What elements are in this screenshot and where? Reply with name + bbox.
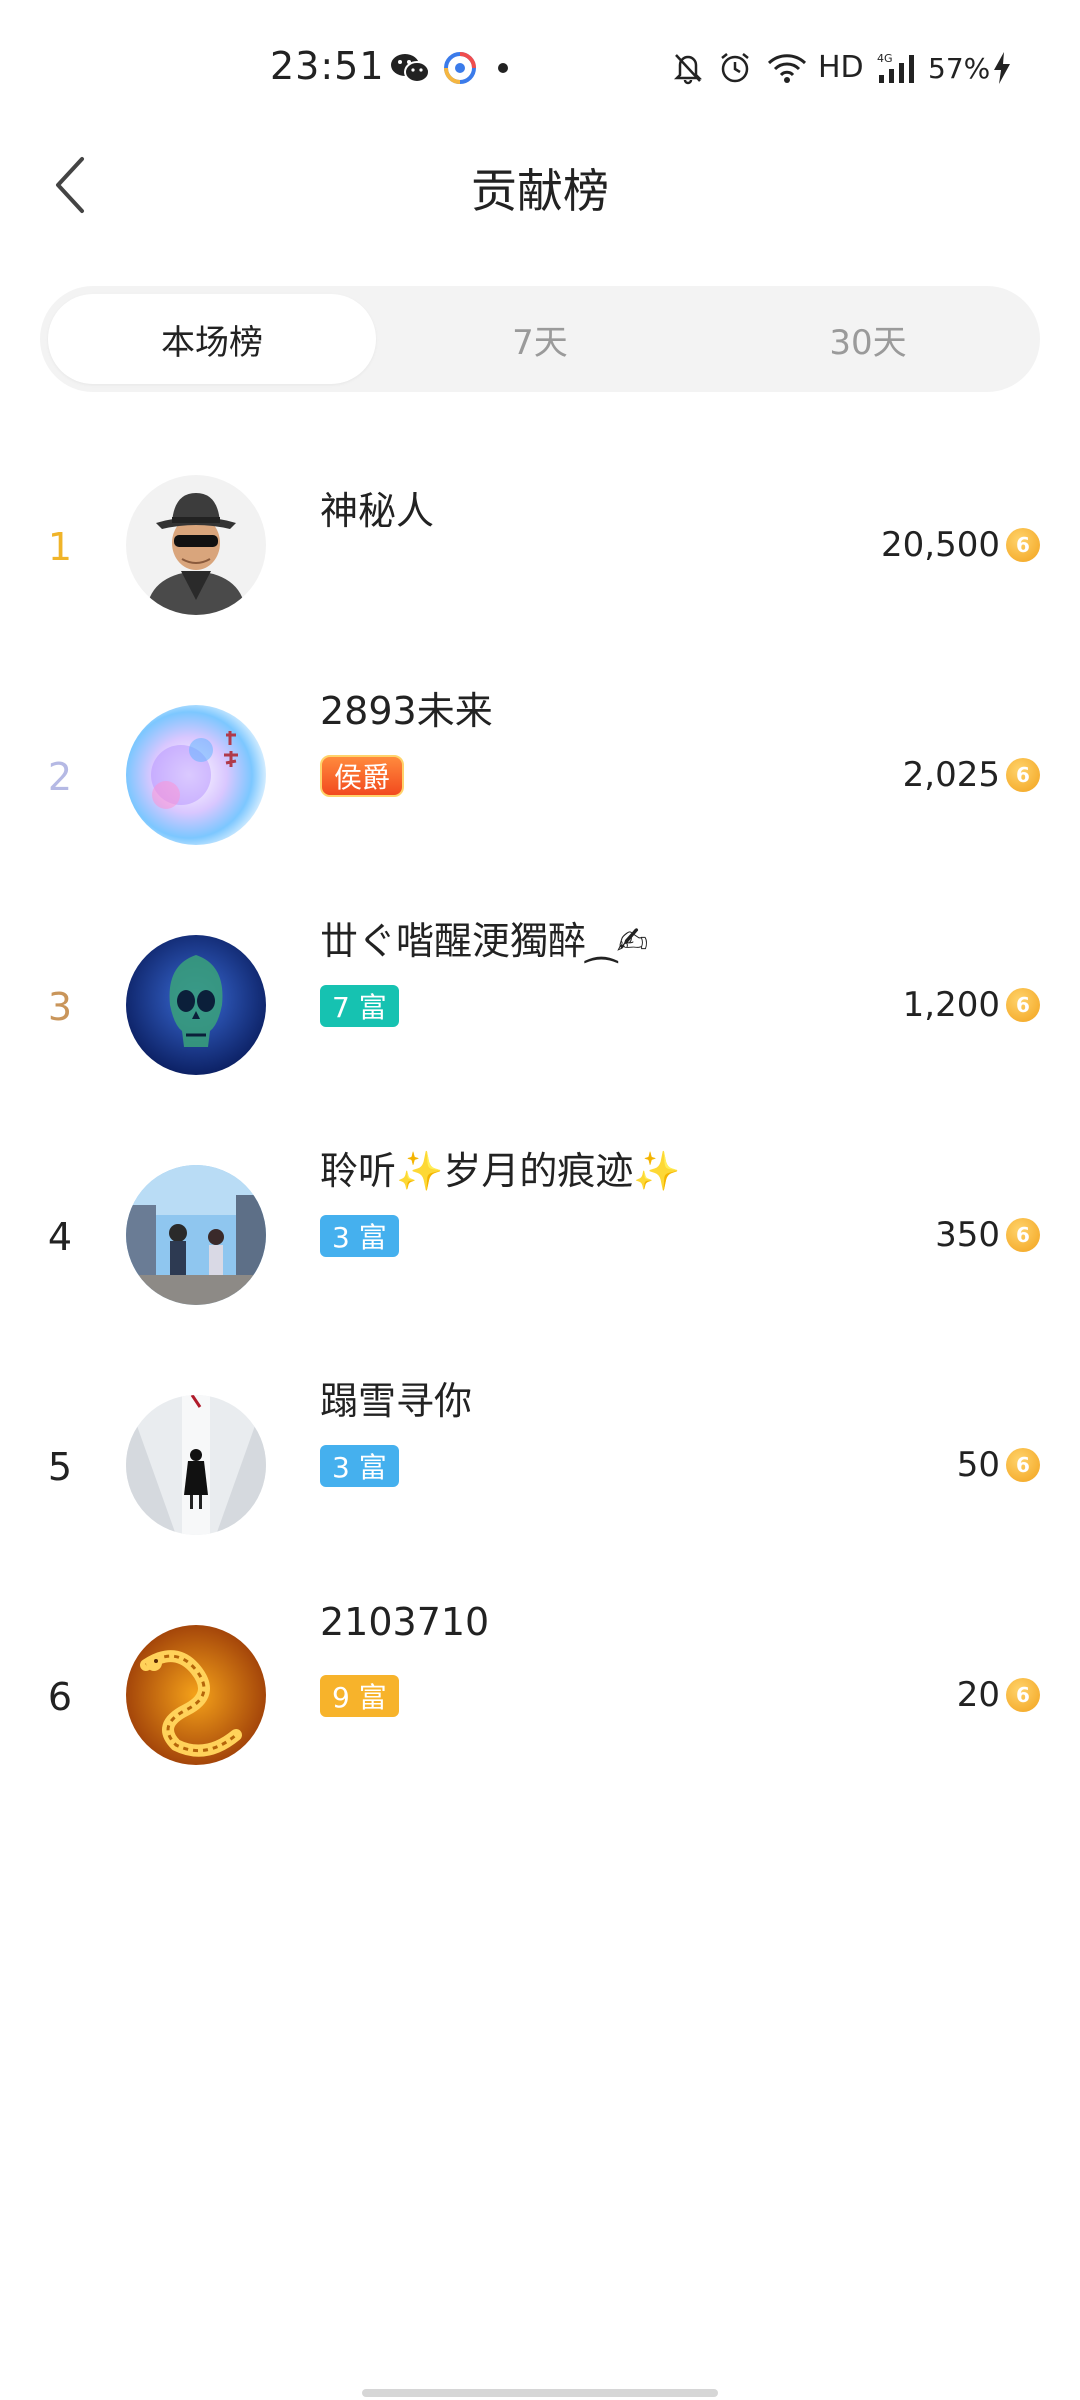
coin-icon: 6: [1006, 988, 1040, 1022]
status-battery: 57%: [928, 52, 991, 85]
list-item[interactable]: 1 神秘人 20,500 6: [0, 430, 1080, 660]
coin-icon: 6: [1006, 528, 1040, 562]
rank-number: 3: [47, 985, 73, 1029]
coin-icon: 6: [1006, 1448, 1040, 1482]
user-name: 2103710: [320, 1600, 490, 1644]
avatar[interactable]: [126, 1395, 266, 1535]
wealth-level-badge: 7 富: [320, 985, 399, 1027]
list-item[interactable]: 3 丗ぐ喈醒浭獨醉⁔✍ 7 富 1,200 6: [0, 890, 1080, 1120]
wealth-level-badge: 3 富: [320, 1215, 399, 1257]
user-name: 蹋雪寻你: [320, 1379, 473, 1423]
tab-30-days[interactable]: 30天: [704, 294, 1032, 384]
avatar[interactable]: [126, 1625, 266, 1765]
svg-text:4G: 4G: [877, 52, 893, 65]
user-name: 丗ぐ喈醒浭獨醉⁔✍: [320, 919, 649, 963]
list-item[interactable]: 6 2103710 9 富 20 6: [0, 1580, 1080, 1810]
user-name: 2893未来: [320, 689, 493, 733]
coin-icon: 6: [1006, 1678, 1040, 1712]
score: 2,025: [902, 755, 1000, 795]
tab-7-days[interactable]: 7天: [376, 294, 704, 384]
wifi-icon: [764, 50, 810, 86]
page-title: 贡献榜: [471, 164, 609, 218]
score: 1,200: [902, 985, 1000, 1025]
alarm-icon: [716, 50, 754, 86]
coin-icon: 6: [1006, 1218, 1040, 1252]
charging-bolt-icon: [990, 50, 1014, 86]
list-item[interactable]: 4 聆听✨岁月的痕迹✨ 3 富 350 6: [0, 1120, 1080, 1350]
wechat-icon: [390, 50, 430, 86]
tab-bar: 本场榜 7天 30天: [40, 286, 1040, 392]
coin-icon: 6: [1006, 758, 1040, 792]
rank-number: 1: [47, 525, 73, 569]
screen: 23:51 HD 4G 57% 贡献榜 本场榜 7天 30天 1 神秘人 20,…: [0, 0, 1080, 2400]
avatar[interactable]: [126, 475, 266, 615]
home-indicator[interactable]: [362, 2389, 718, 2397]
tab-current-session[interactable]: 本场榜: [48, 294, 376, 384]
user-name: 聆听✨岁月的痕迹✨: [320, 1149, 681, 1193]
list-item[interactable]: 5 蹋雪寻你 3 富 50 6: [0, 1350, 1080, 1580]
app-icon: [442, 50, 478, 86]
status-bar: 23:51 HD 4G 57%: [0, 0, 1080, 130]
rank-number: 4: [47, 1215, 73, 1259]
user-name: 神秘人: [320, 489, 435, 533]
rank-title-badge: 侯爵: [320, 755, 405, 797]
list-item[interactable]: 2 2893未来 侯爵 2,025 6: [0, 660, 1080, 890]
score: 50: [956, 1445, 1000, 1485]
rank-number: 2: [47, 755, 73, 799]
wealth-level-badge: 3 富: [320, 1445, 399, 1487]
rank-number: 6: [47, 1675, 73, 1719]
score: 20,500: [881, 525, 1000, 565]
score: 350: [935, 1215, 1000, 1255]
dot-icon: [496, 50, 510, 86]
status-hd: HD: [818, 50, 864, 85]
avatar[interactable]: [126, 705, 266, 845]
wealth-level-badge: 9 富: [320, 1675, 399, 1717]
status-time: 23:51: [270, 44, 385, 88]
score: 20: [956, 1675, 1000, 1715]
bell-off-icon: [670, 50, 706, 86]
signal-4g-icon: 4G: [876, 50, 924, 86]
avatar[interactable]: [126, 935, 266, 1075]
avatar[interactable]: [126, 1165, 266, 1305]
rank-number: 5: [47, 1445, 73, 1489]
